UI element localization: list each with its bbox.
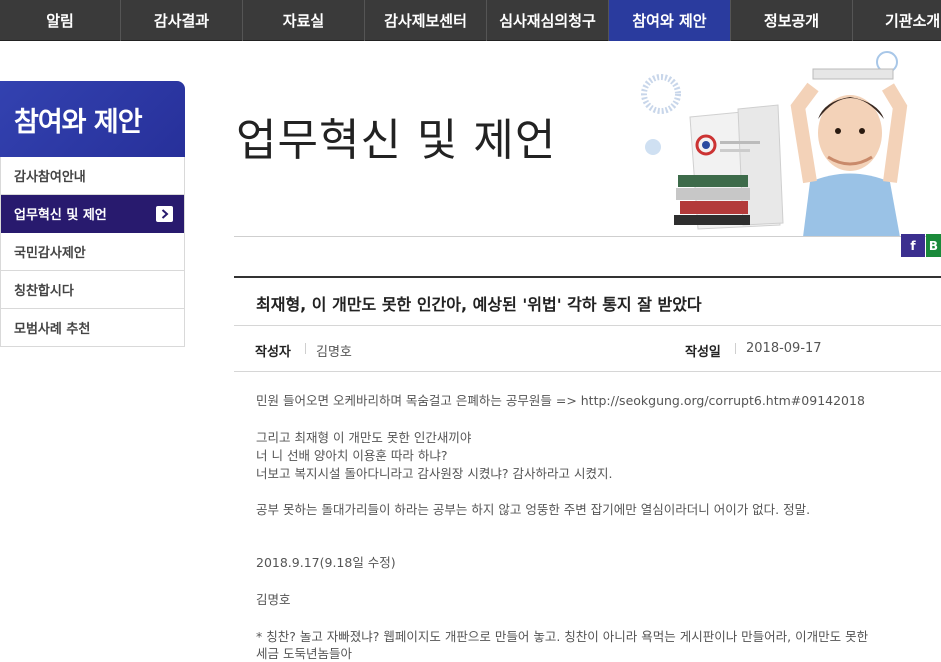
sidebar-item-best-practice[interactable]: 모범사례 추천 xyxy=(1,309,184,347)
author-value: 김명호 xyxy=(316,345,352,360)
sidebar-item-innovation-proposal[interactable]: 업무혁신 및 제언 xyxy=(1,195,184,233)
nav-item-about[interactable]: 기관소개 xyxy=(853,0,941,41)
sidebar-item-label: 모범사례 추천 xyxy=(14,322,91,337)
nav-item-library[interactable]: 자료실 xyxy=(243,0,365,41)
article-body-line: 2018.9.17(9.18일 수정) xyxy=(256,555,396,570)
meta-divider-bottom xyxy=(234,371,941,372)
article-meta: 작성자 김명호 작성일 2018-09-17 xyxy=(234,326,941,371)
article-body-line: 세금 도둑년놈들아 xyxy=(256,646,352,661)
date-value: 2018-09-17 xyxy=(746,341,822,356)
article-body-line: 너 니 선배 양아치 이용훈 따라 하냐? xyxy=(256,448,448,463)
page-title: 업무혁신 및 제언 xyxy=(236,115,557,166)
article-body-line: 공부 못하는 돌대가리들이 하라는 공부는 하지 않고 엉뚱한 주변 잡기에만 … xyxy=(256,502,811,517)
facebook-share-button[interactable]: f xyxy=(901,234,925,257)
facebook-icon: f xyxy=(910,238,916,253)
sidebar: 참여와 제안 감사참여안내 업무혁신 및 제언 국민감사제안 칭찬합시다 모범사… xyxy=(0,81,185,347)
hero-illustration xyxy=(638,47,941,237)
article-top-divider xyxy=(234,276,941,278)
article-body-line: 너보고 복지시설 돌아다니라고 감사원장 시켰냐? 감사하라고 시켰지. xyxy=(256,466,613,481)
nav-item-review-request[interactable]: 심사재심의청구 xyxy=(487,0,609,41)
nav-item-notice[interactable]: 알림 xyxy=(0,0,121,41)
article-body-line: 김명호 xyxy=(256,592,291,607)
blog-share-button[interactable]: B xyxy=(926,234,941,257)
sidebar-title: 참여와 제안 xyxy=(0,81,185,157)
sidebar-item-label: 감사참여안내 xyxy=(14,170,86,185)
sidebar-item-label: 칭찬합시다 xyxy=(14,284,74,299)
sidebar-item-praise[interactable]: 칭찬합시다 xyxy=(1,271,184,309)
sidebar-item-label: 업무혁신 및 제언 xyxy=(14,208,107,223)
nav-item-information-disclosure[interactable]: 정보공개 xyxy=(731,0,853,41)
article-body-line: 민원 들어오면 오케바리하며 목숨걸고 은폐하는 공무원들 => http://… xyxy=(256,393,865,408)
blog-icon: B xyxy=(928,238,939,253)
header-divider xyxy=(234,236,941,237)
sidebar-item-citizen-audit[interactable]: 국민감사제안 xyxy=(1,233,184,271)
sidebar-item-audit-participation[interactable]: 감사참여안내 xyxy=(1,157,184,195)
nav-item-audit-results[interactable]: 감사결과 xyxy=(121,0,243,41)
chevron-right-icon xyxy=(156,206,173,222)
sidebar-menu: 감사참여안내 업무혁신 및 제언 국민감사제안 칭찬합시다 모범사례 추천 xyxy=(0,157,185,347)
top-navigation: 알림 감사결과 자료실 감사제보센터 심사재심의청구 참여와 제안 정보공개 기… xyxy=(0,0,941,41)
author-label: 작성자 xyxy=(255,345,291,360)
sidebar-item-label: 국민감사제안 xyxy=(14,246,86,261)
article-body-line: 그리고 최재형 이 개만도 못한 인간새끼야 xyxy=(256,430,472,445)
date-label: 작성일 xyxy=(685,345,721,360)
nav-item-participation[interactable]: 참여와 제안 xyxy=(609,0,731,41)
article-title: 최재형, 이 개만도 못한 인간아, 예상된 '위법' 각하 통지 잘 받았다 xyxy=(256,295,702,314)
meta-separator xyxy=(305,343,306,354)
nav-item-report-center[interactable]: 감사제보센터 xyxy=(365,0,487,41)
meta-separator xyxy=(735,343,736,354)
